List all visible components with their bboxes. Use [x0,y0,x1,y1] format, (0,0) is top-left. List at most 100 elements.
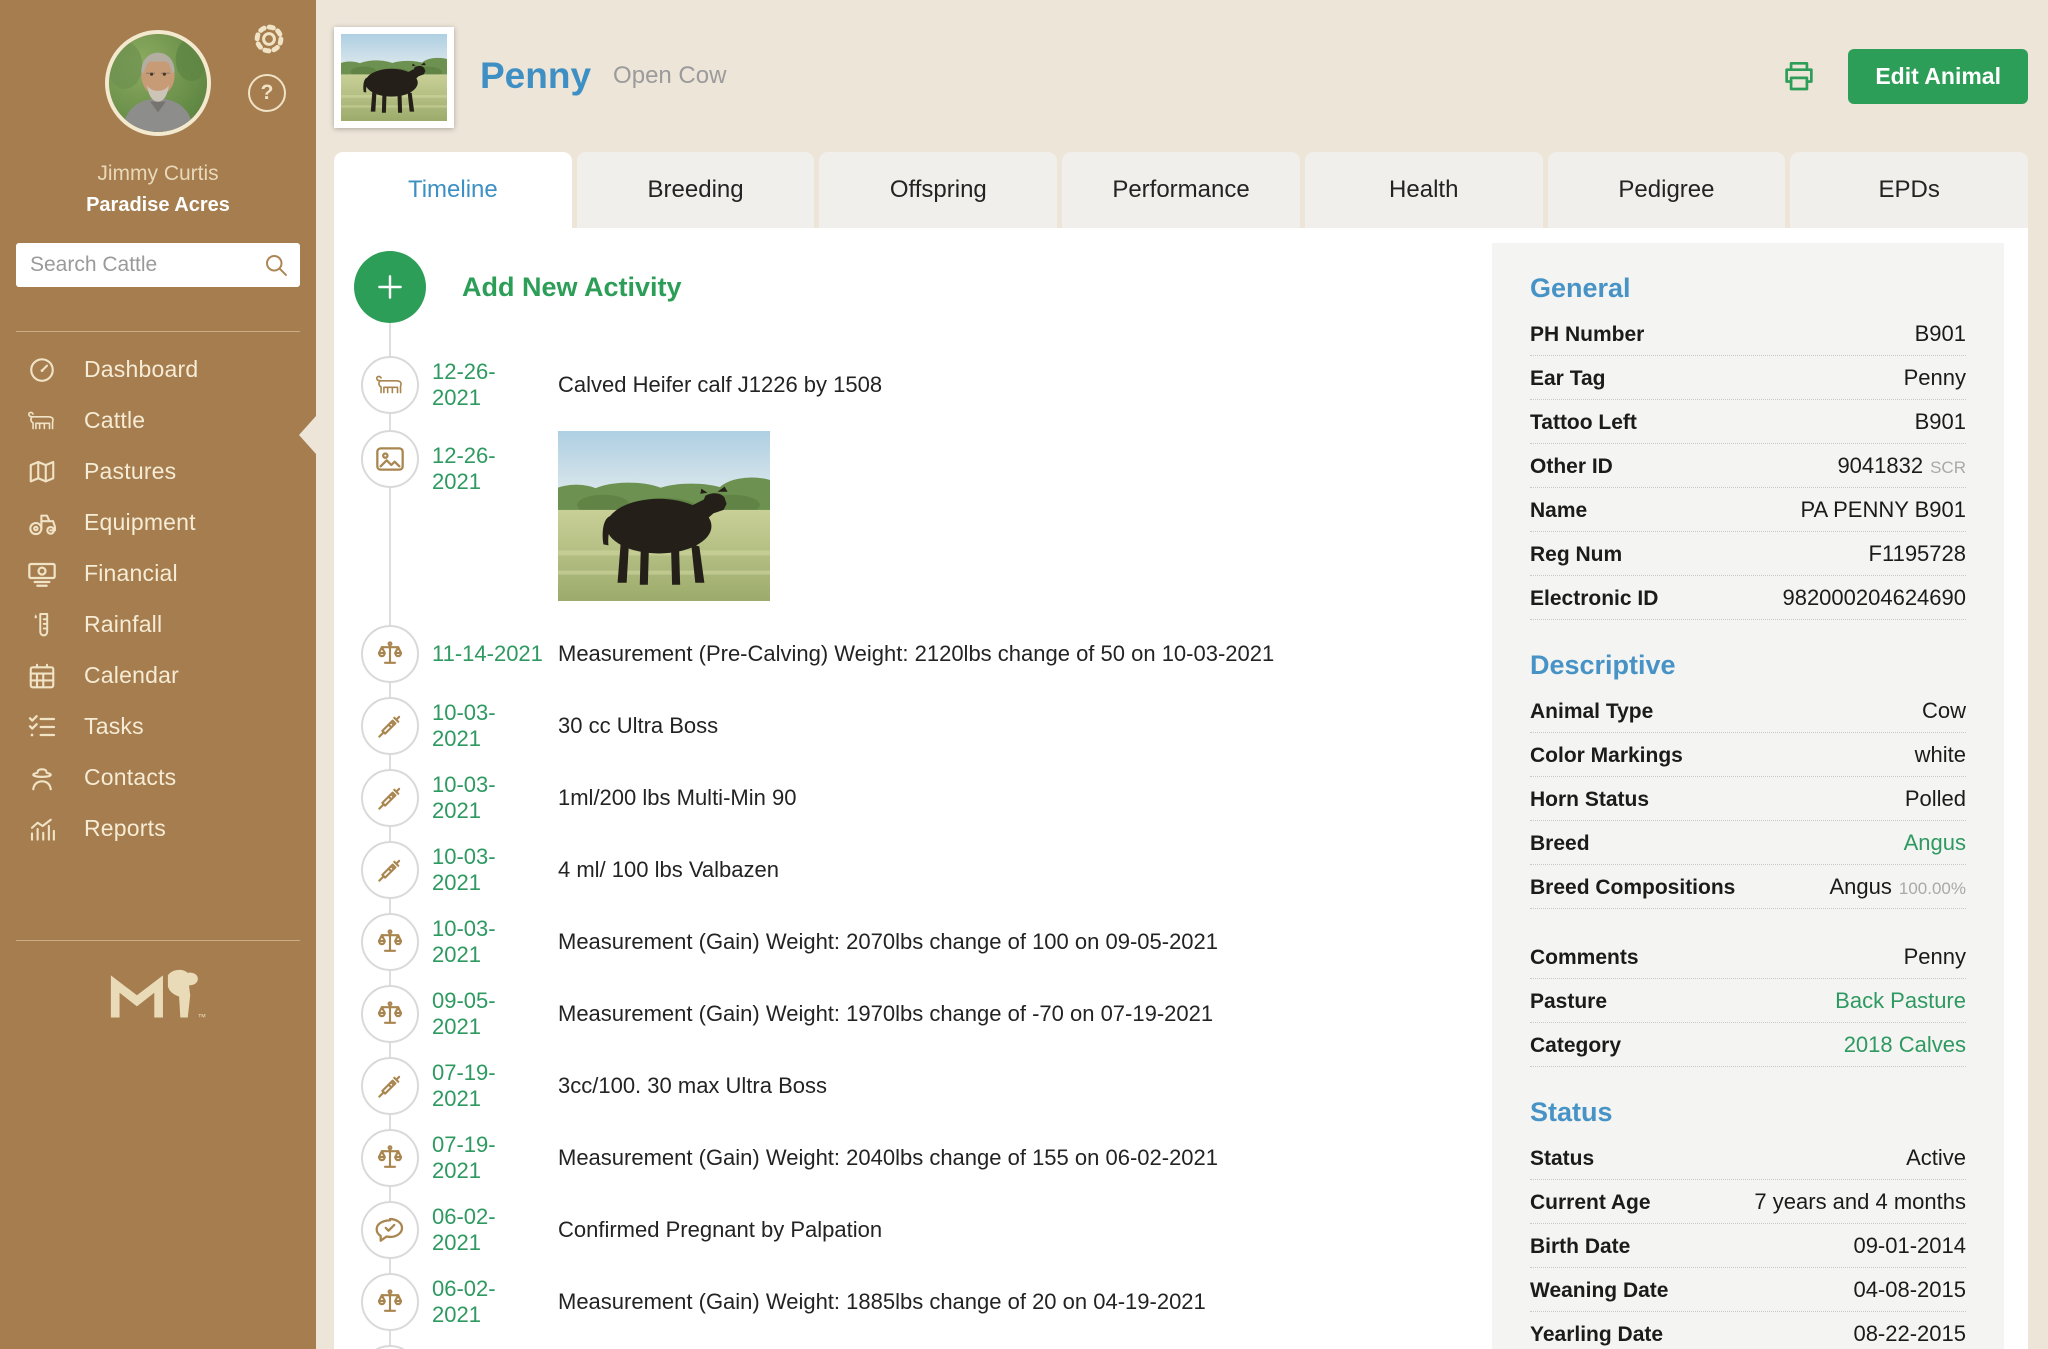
info-value: Penny [1904,365,1966,391]
sidebar-item-dashboard[interactable]: Dashboard [0,344,316,395]
timeline-entry[interactable]: 07-19-2021 3cc/100. 30 max Ultra Boss [334,1050,1492,1122]
syringe-icon [361,841,419,899]
info-section-general: General PH Number B901 Ear Tag Penny Tat… [1530,243,1966,620]
scale-icon [361,625,419,683]
timeline-panel: Add New Activity 12-26-2021 Calved Heife… [334,228,1492,1349]
search-input[interactable] [16,243,300,287]
info-row: Category 2018 Calves [1530,1023,1966,1067]
info-row: PH Number B901 [1530,312,1966,356]
edit-animal-button[interactable]: Edit Animal [1848,49,2028,104]
calendar-icon [26,659,62,693]
sidebar-item-label: Dashboard [84,356,198,383]
plus-icon[interactable] [354,251,426,323]
map-icon [26,455,62,489]
info-value: Penny [1904,944,1966,970]
info-label: Comments [1530,946,1639,970]
content-card: Add New Activity 12-26-2021 Calved Heife… [334,228,2028,1349]
scale-icon [361,1129,419,1187]
syringe-icon [361,769,419,827]
info-value: B901 [1915,409,1966,435]
timeline-entry[interactable]: 09-05-2021 Measurement (Gain) Weight: 19… [334,978,1492,1050]
info-label: Pasture [1530,990,1607,1014]
info-row: Yearling Date 08-22-2015 [1530,1312,1966,1349]
timeline-entry[interactable]: 06-02-2021 Confirmed Pregnant by Palpati… [334,1194,1492,1266]
active-nav-wedge [299,416,316,454]
entry-date: 06-02-2021 [432,1276,544,1328]
info-label: Breed [1530,832,1590,856]
info-label: Yearling Date [1530,1323,1663,1347]
timeline-entry[interactable]: 10-03-2021 1ml/200 lbs Multi-Min 90 [334,762,1492,834]
section-title: Descriptive [1530,620,1966,681]
timeline-entry[interactable]: 12-26-2021 Calved Heifer calf J1226 by 1… [334,349,1492,421]
timeline-entry[interactable]: 07-19-2021 Measurement (Gain) Weight: 20… [334,1122,1492,1194]
timeline-entry[interactable]: 10-03-2021 30 cc Ultra Boss [334,690,1492,762]
print-icon[interactable] [1780,57,1818,95]
sidebar-item-financial[interactable]: Financial [0,548,316,599]
animal-status-label: Open Cow [613,62,726,90]
tractor-icon [26,506,62,540]
info-value[interactable]: Back Pasture [1835,988,1966,1014]
tab-breeding[interactable]: Breeding [577,152,815,228]
tab-performance[interactable]: Performance [1062,152,1300,228]
page-title: Penny [480,55,591,97]
cow-icon [26,404,62,438]
money-icon [26,557,62,591]
gauge-icon [26,353,62,387]
info-row: Horn Status Polled [1530,777,1966,821]
sidebar: ? Jimmy Curtis Paradise Acres Dashboard … [0,0,316,1349]
entry-date: 06-02-2021 [432,1204,544,1256]
info-value-suffix: 100.00% [1899,879,1966,898]
sidebar-item-contacts[interactable]: Contacts [0,752,316,803]
entry-description: Measurement (Gain) Weight: 1970lbs chang… [558,1001,1213,1027]
info-value[interactable]: 2018 Calves [1844,1032,1966,1058]
entry-date: 10-03-2021 [432,916,544,968]
animal-photo-thumbnail[interactable] [334,27,454,128]
timeline-entry[interactable]: 10-03-2021 4 ml/ 100 lbs Valbazen [334,834,1492,906]
sidebar-item-reports[interactable]: Reports [0,803,316,854]
scale-icon [361,985,419,1043]
entry-description: Confirmed Pregnant by Palpation [558,1217,882,1243]
comment-check-icon [361,1201,419,1259]
settings-gear-icon[interactable] [250,20,288,58]
sidebar-item-equipment[interactable]: Equipment [0,497,316,548]
sidebar-item-cattle[interactable]: Cattle [0,395,316,446]
info-value: 04-08-2015 [1853,1277,1966,1303]
timeline-photo[interactable] [558,431,770,601]
info-label: Horn Status [1530,788,1649,812]
sidebar-item-rainfall[interactable]: Rainfall [0,599,316,650]
header-actions: Edit Animal [1780,49,2028,104]
chart-icon [26,812,62,846]
sidebar-item-label: Rainfall [84,611,162,638]
tab-offspring[interactable]: Offspring [819,152,1057,228]
search-icon[interactable] [262,251,290,279]
info-value[interactable]: Angus [1904,830,1966,856]
add-activity-button[interactable]: Add New Activity [334,251,1492,323]
sidebar-item-pastures[interactable]: Pastures [0,446,316,497]
info-value: 982000204624690 [1782,585,1966,611]
timeline-entry-partial[interactable] [334,1338,1492,1349]
info-row: Color Markings white [1530,733,1966,777]
info-label: Weaning Date [1530,1279,1668,1303]
checklist-icon [26,710,62,744]
tab-timeline[interactable]: Timeline [334,152,572,228]
scale-icon [361,1273,419,1331]
tab-pedigree[interactable]: Pedigree [1548,152,1786,228]
info-label: Current Age [1530,1191,1651,1215]
sidebar-item-calendar[interactable]: Calendar [0,650,316,701]
timeline-entry[interactable]: 12-26-2021 [334,421,1492,618]
cattlemax-cow-logo: ™ [96,963,220,1047]
timeline-entry[interactable]: 11-14-2021 Measurement (Pre-Calving) Wei… [334,618,1492,690]
tab-epds[interactable]: EPDs [1790,152,2028,228]
sidebar-item-tasks[interactable]: Tasks [0,701,316,752]
help-icon[interactable]: ? [248,74,286,112]
timeline-entry[interactable]: 06-02-2021 Measurement (Gain) Weight: 18… [334,1266,1492,1338]
entry-description: 30 cc Ultra Boss [558,713,718,739]
info-value: Polled [1905,786,1966,812]
animal-info-panel: General PH Number B901 Ear Tag Penny Tat… [1492,243,2004,1349]
add-activity-label: Add New Activity [462,272,682,303]
info-label: Name [1530,499,1587,523]
timeline-entry[interactable]: 10-03-2021 Measurement (Gain) Weight: 20… [334,906,1492,978]
info-section-descriptive: Descriptive Animal Type Cow Color Markin… [1530,620,1966,1067]
info-label: PH Number [1530,323,1644,347]
tab-health[interactable]: Health [1305,152,1543,228]
